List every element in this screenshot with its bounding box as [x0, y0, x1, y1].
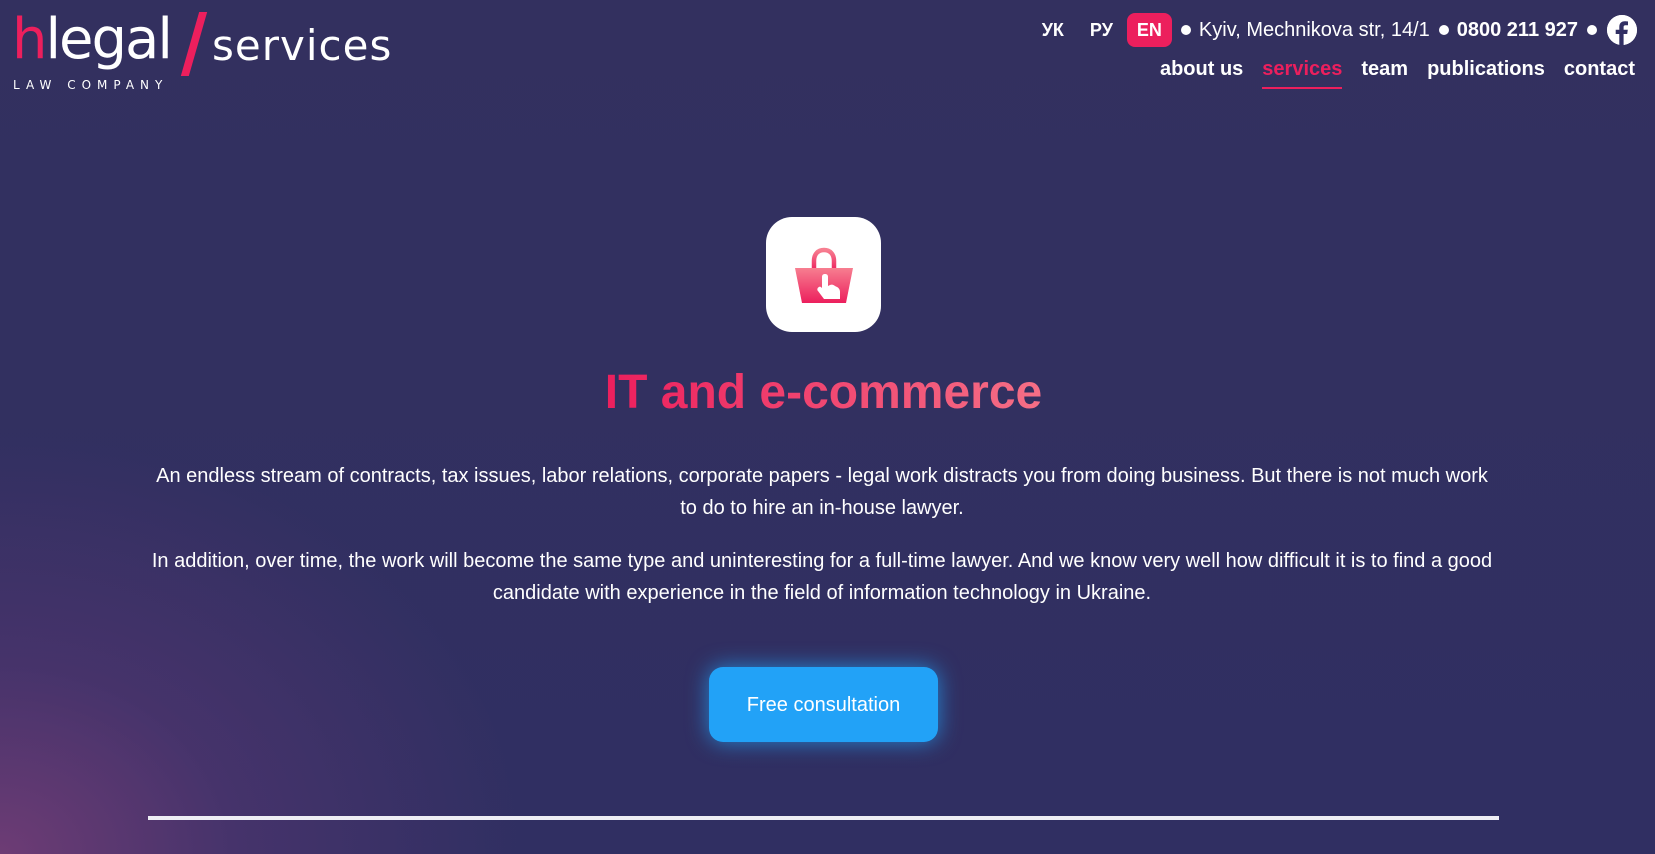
- page-title-text: IT and e-commerce: [604, 366, 1043, 419]
- separator-dot: [1587, 25, 1597, 35]
- intro-paragraph: An endless stream of contracts, tax issu…: [156, 465, 1488, 519]
- nav-services[interactable]: services: [1262, 57, 1343, 89]
- office-address: Kyiv, Mechnikova str, 14/1: [1198, 18, 1430, 41]
- logo-services: services: [212, 21, 393, 70]
- nav-about-us[interactable]: about us: [1160, 57, 1243, 89]
- detail-paragraph: In addition, over time, the work will be…: [151, 550, 1493, 604]
- company-logo[interactable]: hlegal services LAW COMPANY: [12, 8, 412, 94]
- logo-slash: [180, 12, 208, 76]
- logo-legal: legal: [45, 7, 173, 72]
- logo-tagline: LAW COMPANY: [13, 78, 169, 92]
- separator-dot: [1438, 25, 1449, 35]
- nav-contact[interactable]: contact: [1564, 57, 1635, 89]
- nav-team[interactable]: team: [1361, 57, 1408, 89]
- shopping-basket-cursor-icon: [766, 217, 881, 332]
- free-consultation-button[interactable]: Free consultation: [709, 667, 938, 742]
- language-en[interactable]: EN: [1126, 13, 1172, 47]
- language-uk[interactable]: УК: [1032, 13, 1074, 47]
- logo-h: h: [12, 7, 47, 72]
- main-nav: about us services team publications cont…: [1141, 57, 1635, 89]
- language-ru[interactable]: РУ: [1080, 13, 1123, 47]
- logo-wordmark: hlegal: [12, 7, 173, 72]
- nav-publications[interactable]: publications: [1427, 57, 1545, 89]
- phone-link[interactable]: 0800 211 927: [1457, 19, 1578, 42]
- separator-dot: [1180, 25, 1191, 35]
- section-divider: [148, 816, 1499, 820]
- top-info-bar: УК РУ EN Kyiv, Mechnikova str, 14/1 0800…: [1026, 13, 1637, 47]
- page-title: IT and e-commerce: [0, 364, 1647, 422]
- facebook-icon[interactable]: [1607, 15, 1637, 45]
